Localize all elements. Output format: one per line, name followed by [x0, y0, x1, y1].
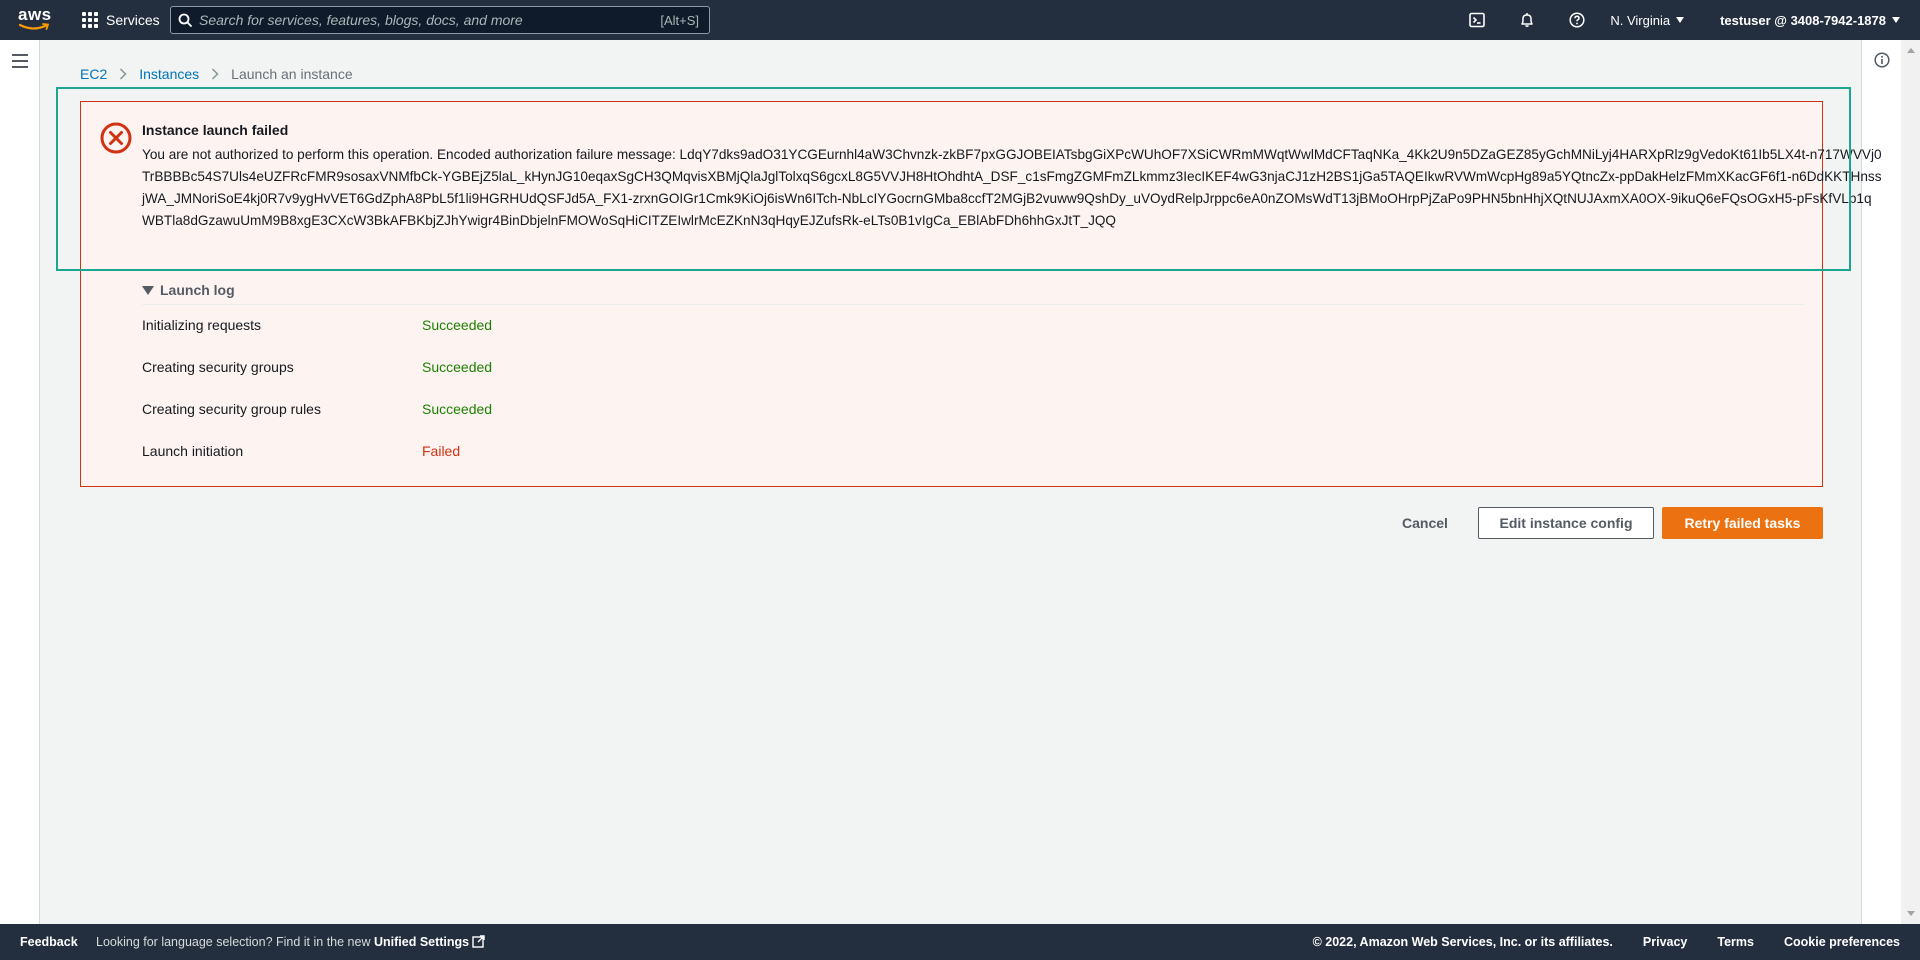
- account-menu[interactable]: testuser @ 3408-7942-1878: [1720, 13, 1900, 28]
- breadcrumb-instances-link[interactable]: Instances: [139, 66, 199, 82]
- region-selector[interactable]: N. Virginia: [1610, 12, 1685, 28]
- scroll-up-arrow-icon[interactable]: [1907, 48, 1915, 53]
- search-shortcut-hint: [Alt+S]: [660, 12, 699, 28]
- account-label: testuser @ 3408-7942-1878: [1720, 12, 1886, 28]
- log-step-status: Succeeded: [422, 401, 493, 417]
- log-step-status: Succeeded: [422, 359, 493, 375]
- terms-link[interactable]: Terms: [1717, 935, 1754, 949]
- edit-instance-config-button[interactable]: Edit instance config: [1478, 507, 1654, 539]
- error-title: Instance launch failed: [142, 122, 289, 138]
- log-step-status: Failed: [422, 443, 461, 459]
- caret-down-icon: [142, 285, 154, 295]
- cloudshell-icon: [1469, 12, 1486, 28]
- hamburger-icon[interactable]: [12, 54, 28, 68]
- side-navigation-strip: [0, 40, 40, 924]
- apps-grid-icon: [82, 12, 98, 28]
- cloudshell-button[interactable]: [1452, 0, 1502, 40]
- log-step-label: Creating security groups: [142, 359, 294, 375]
- smile-icon: [19, 23, 49, 30]
- services-label: Services: [106, 12, 160, 28]
- language-notice-text: Looking for language selection? Find it …: [96, 935, 371, 949]
- nav-right-group: N. Virginia testuser @ 3408-7942-1878: [1452, 0, 1920, 40]
- language-notice: Looking for language selection? Find it …: [96, 935, 485, 949]
- log-step-label: Initializing requests: [142, 317, 262, 333]
- privacy-link[interactable]: Privacy: [1643, 935, 1687, 949]
- log-step-label: Launch initiation: [142, 443, 244, 459]
- launch-log-toggle[interactable]: Launch log: [142, 282, 235, 298]
- divider: [142, 304, 1804, 305]
- cookie-preferences-link[interactable]: Cookie preferences: [1784, 935, 1900, 949]
- search-box[interactable]: [Alt+S]: [170, 6, 710, 34]
- caret-down-icon: [1676, 17, 1685, 23]
- footer-right-links: © 2022, Amazon Web Services, Inc. or its…: [1313, 935, 1900, 949]
- footer: Feedback Looking for language selection?…: [0, 924, 1920, 960]
- page-scrollbar[interactable]: [1901, 40, 1920, 924]
- region-label: N. Virginia: [1610, 12, 1671, 28]
- top-navigation: aws Services [Alt+S] N. Virginia: [0, 0, 1920, 40]
- caret-down-icon: [1892, 17, 1900, 23]
- help-icon: [1569, 12, 1585, 28]
- cancel-button[interactable]: Cancel: [1390, 507, 1460, 539]
- search-input[interactable]: [199, 12, 661, 28]
- aws-logo-text: aws: [18, 5, 52, 24]
- breadcrumb-ec2-link[interactable]: EC2: [80, 66, 107, 82]
- bell-icon: [1521, 13, 1534, 27]
- help-button[interactable]: [1552, 0, 1602, 40]
- notifications-button[interactable]: [1502, 0, 1552, 40]
- services-menu-button[interactable]: Services: [82, 0, 160, 40]
- search-icon: [171, 6, 199, 34]
- breadcrumb: EC2 Instances Launch an instance: [80, 66, 353, 82]
- launch-error-alert: Instance launch failed You are not autho…: [80, 101, 1882, 487]
- unified-settings-label: Unified Settings: [373, 935, 470, 949]
- unified-settings-link[interactable]: Unified Settings: [374, 935, 485, 949]
- retry-failed-tasks-button[interactable]: Retry failed tasks: [1662, 507, 1823, 539]
- error-message: You are not authorized to perform this o…: [142, 147, 1882, 228]
- chevron-right-icon: [111, 66, 135, 82]
- chevron-right-icon: [203, 66, 227, 82]
- breadcrumb-current: Launch an instance: [231, 66, 353, 82]
- feedback-link[interactable]: Feedback: [20, 935, 78, 949]
- scroll-down-arrow-icon[interactable]: [1907, 911, 1915, 916]
- external-link-icon: [472, 935, 485, 948]
- log-step-status: Succeeded: [422, 317, 493, 333]
- aws-logo[interactable]: aws: [18, 6, 52, 34]
- launch-log-label: Launch log: [160, 282, 235, 298]
- error-icon: [100, 122, 132, 154]
- info-icon[interactable]: [1874, 52, 1890, 68]
- log-step-label: Creating security group rules: [142, 401, 321, 417]
- copyright-text: © 2022, Amazon Web Services, Inc. or its…: [1312, 935, 1613, 949]
